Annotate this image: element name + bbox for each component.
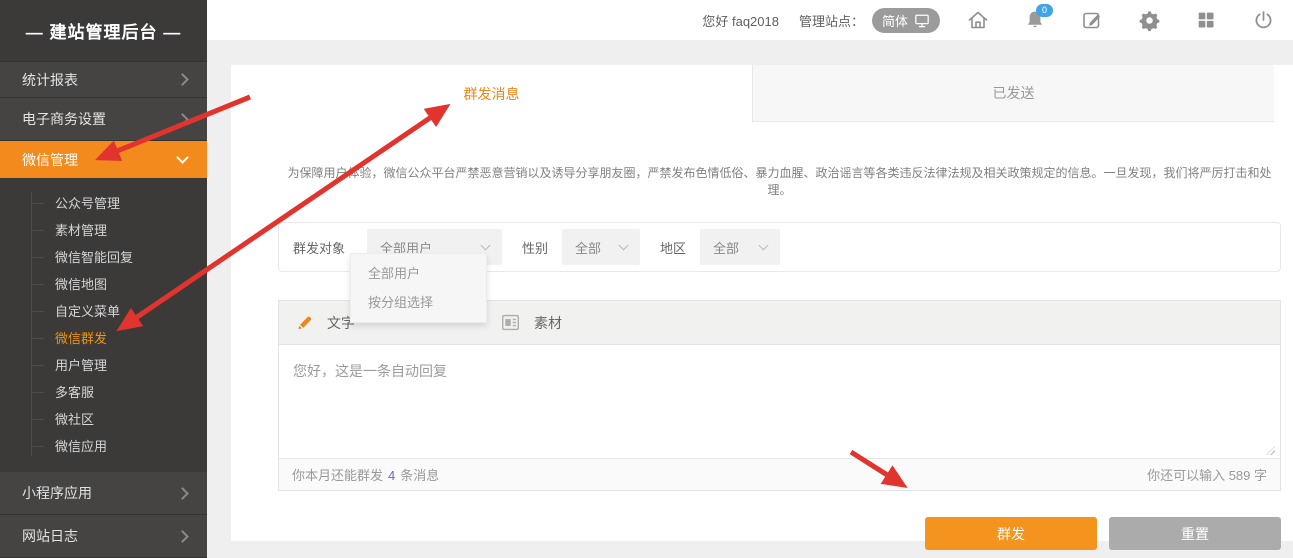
sidebar-item-site-log[interactable]: 网站日志 (0, 515, 207, 558)
chevron-right-icon (176, 73, 189, 86)
region-select-value: 全部 (713, 238, 739, 257)
edit-icon (1080, 8, 1104, 32)
home-icon (966, 8, 990, 32)
sidebar-item-wechat[interactable]: 微信管理 (0, 141, 207, 178)
notification-badge: 0 (1036, 4, 1053, 17)
top-header: 您好 faq2018 管理站点： 简体 0 (207, 0, 1293, 40)
gender-select[interactable]: 全部 (562, 229, 640, 265)
wechat-submenu: 公众号管理 素材管理 微信智能回复 微信地图 自定义菜单 微信群发 用户管理 多… (0, 178, 207, 472)
quota-text: 你本月还能群发 4 条消息 (292, 465, 439, 484)
text-tool-button[interactable]: 文字 (295, 313, 355, 333)
monitor-icon (914, 13, 930, 28)
tab-sent[interactable]: 已发送 (752, 65, 1274, 122)
editor-status-bar: 你本月还能群发 4 条消息 你还可以输入 589 字 (279, 458, 1280, 490)
main-panel: 群发消息 已发送 为保障用户体验，微信公众平台严禁恶意营销以及诱导分享朋友圈，严… (231, 65, 1293, 541)
submenu-item-wechat-app[interactable]: 微信应用 (0, 433, 207, 460)
logout-button[interactable] (1251, 8, 1275, 32)
region-select[interactable]: 全部 (700, 229, 780, 265)
header-icons: 0 (966, 8, 1275, 32)
dropdown-option-by-group[interactable]: 按分组选择 (351, 288, 486, 317)
gear-icon (1138, 9, 1161, 32)
chevron-down-icon (176, 151, 189, 164)
language-button[interactable]: 简体 (872, 8, 940, 33)
tab-bar: 群发消息 已发送 (231, 65, 1274, 122)
sidebar-item-ecommerce[interactable]: 电子商务设置 (0, 98, 207, 141)
region-label: 地区 (660, 238, 686, 257)
chevron-right-icon (176, 530, 189, 543)
mass-message-content: 为保障用户体验，微信公众平台严禁恶意营销以及诱导分享朋友圈，严禁发布色情低俗、暴… (278, 122, 1281, 550)
sidebar-item-miniprogram[interactable]: 小程序应用 (0, 472, 207, 515)
submenu-item-custom-menu[interactable]: 自定义菜单 (0, 298, 207, 325)
grid-icon (1195, 9, 1217, 31)
chevron-right-icon (176, 487, 189, 500)
quota-count: 4 (388, 468, 395, 483)
submenu-item-micro-community[interactable]: 微社区 (0, 406, 207, 433)
chars-remaining-text: 你还可以输入 589 字 (1147, 465, 1267, 484)
chevron-down-icon (481, 240, 491, 250)
chevron-down-icon (619, 240, 629, 250)
reset-button[interactable]: 重置 (1109, 517, 1281, 550)
send-button[interactable]: 群发 (925, 517, 1097, 550)
submenu-item-official-account[interactable]: 公众号管理 (0, 190, 207, 217)
submenu-item-material[interactable]: 素材管理 (0, 217, 207, 244)
material-tool-button[interactable]: 素材 (500, 313, 562, 333)
sidebar: — 建站管理后台 — 统计报表 电子商务设置 微信管理 公众号管理 素材管理 微… (0, 0, 207, 541)
dropdown-option-all-users[interactable]: 全部用户 (351, 259, 486, 288)
language-label: 简体 (882, 11, 908, 30)
action-buttons-row: 群发 重置 (278, 517, 1281, 550)
gender-select-value: 全部 (575, 238, 601, 257)
target-select-dropdown: 全部用户 按分组选择 (350, 253, 487, 323)
home-button[interactable] (966, 8, 990, 32)
chevron-down-icon (759, 240, 769, 250)
tab-mass-message[interactable]: 群发消息 (231, 65, 752, 122)
target-label: 群发对象 (293, 238, 345, 257)
user-greeting: 您好 faq2018 (702, 11, 779, 30)
message-editor: 文字 素材 您好，这是一条自动回复 (278, 300, 1281, 491)
submenu-item-multi-service[interactable]: 多客服 (0, 379, 207, 406)
sidebar-item-label: 统计报表 (22, 70, 78, 90)
apps-button[interactable] (1194, 8, 1218, 32)
sidebar-item-label: 微信管理 (22, 150, 78, 170)
policy-notice: 为保障用户体验，微信公众平台严禁恶意营销以及诱导分享朋友圈，严禁发布色情低俗、暴… (278, 122, 1281, 198)
power-icon (1252, 9, 1275, 32)
submenu-item-mass-send[interactable]: 微信群发 (0, 325, 207, 352)
site-label: 管理站点： (799, 11, 864, 30)
gender-label: 性别 (522, 238, 548, 257)
submenu-item-user-management[interactable]: 用户管理 (0, 352, 207, 379)
app-title: — 建站管理后台 — (0, 0, 207, 62)
material-tool-label: 素材 (534, 313, 562, 333)
material-icon (500, 313, 521, 332)
quota-prefix: 你本月还能群发 (292, 468, 383, 483)
submenu-item-wechat-map[interactable]: 微信地图 (0, 271, 207, 298)
message-text: 您好，这是一条自动回复 (293, 363, 447, 379)
submenu-item-smart-reply[interactable]: 微信智能回复 (0, 244, 207, 271)
quota-suffix: 条消息 (400, 468, 439, 483)
settings-button[interactable] (1137, 8, 1161, 32)
pencil-icon (295, 313, 314, 332)
sidebar-item-label: 小程序应用 (22, 483, 92, 503)
sidebar-item-label: 电子商务设置 (22, 109, 106, 129)
notifications-button[interactable]: 0 (1023, 8, 1047, 32)
message-textarea[interactable]: 您好，这是一条自动回复 (279, 345, 1280, 458)
chevron-right-icon (176, 113, 189, 126)
edit-button[interactable] (1080, 8, 1104, 32)
sidebar-item-statistics[interactable]: 统计报表 (0, 62, 207, 98)
sidebar-item-label: 网站日志 (22, 526, 78, 546)
resize-grip[interactable] (1266, 446, 1275, 455)
